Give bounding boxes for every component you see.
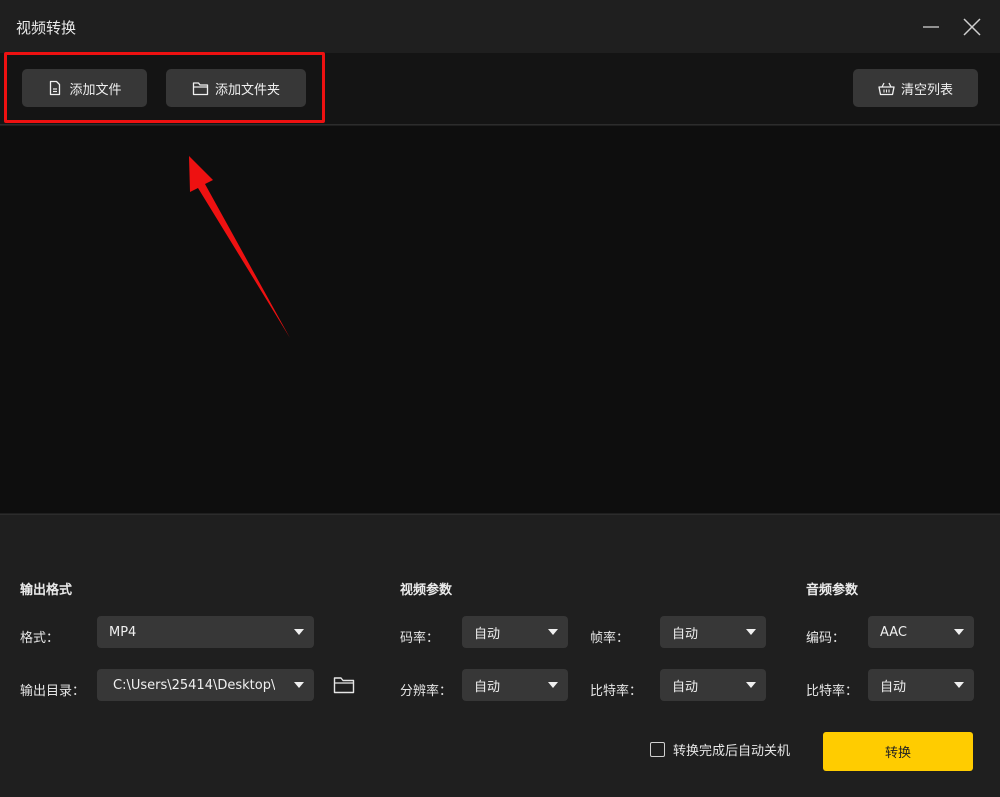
video-bitrate-label: 比特率：: [590, 684, 643, 699]
convert-button[interactable]: 转换: [823, 732, 973, 771]
settings-panel: 输出格式 格式： MP4 输出目录： C:\Users\25414\Deskto…: [0, 514, 1000, 797]
file-list-area[interactable]: [0, 126, 1000, 513]
codec-value: AAC: [880, 624, 907, 640]
folder-icon: [333, 677, 355, 694]
caret-down-icon: [954, 629, 964, 635]
caret-down-icon: [746, 682, 756, 688]
caret-down-icon: [548, 629, 558, 635]
audio-section-title: 音频参数: [806, 583, 859, 598]
toolbar: 添加文件 添加文件夹 清空列表: [0, 53, 1000, 125]
close-icon: [963, 18, 981, 36]
framerate-value: 自动: [672, 626, 699, 642]
format-value: MP4: [109, 624, 137, 640]
codec-select[interactable]: AAC: [868, 616, 974, 648]
output-section-title: 输出格式: [20, 583, 73, 598]
add-folder-label: 添加文件夹: [214, 82, 280, 98]
output-dir-select[interactable]: C:\Users\25414\Desktop\: [97, 669, 314, 701]
close-button[interactable]: [957, 12, 987, 42]
auto-shutdown-label: 转换完成后自动关机: [673, 744, 791, 759]
bitrate-label: 码率：: [400, 631, 440, 646]
audio-bitrate-select[interactable]: 自动: [868, 669, 974, 701]
caret-down-icon: [954, 682, 964, 688]
clear-list-label: 清空列表: [900, 82, 953, 98]
format-select[interactable]: MP4: [97, 616, 314, 648]
auto-shutdown-option[interactable]: 转换完成后自动关机: [650, 740, 790, 759]
browse-folder-button[interactable]: [332, 673, 356, 697]
add-folder-button[interactable]: 添加文件夹: [166, 69, 306, 107]
folder-icon: [192, 81, 209, 95]
output-dir-value: C:\Users\25414\Desktop\: [113, 677, 276, 693]
annotation-arrow-icon: [189, 156, 290, 338]
caret-down-icon: [548, 682, 558, 688]
audio-bitrate-value: 自动: [880, 679, 907, 695]
minimize-button[interactable]: [916, 12, 946, 42]
basket-icon: [878, 82, 895, 95]
video-section-title: 视频参数: [400, 583, 453, 598]
minimize-icon: [923, 26, 939, 28]
title-bar: 视频转换: [0, 0, 1000, 53]
auto-shutdown-checkbox[interactable]: [650, 742, 665, 757]
video-bitrate-value: 自动: [672, 679, 699, 695]
add-file-button[interactable]: 添加文件: [22, 69, 147, 107]
framerate-select[interactable]: 自动: [660, 616, 766, 648]
resolution-value: 自动: [474, 679, 501, 695]
bitrate-value: 自动: [474, 626, 501, 642]
clear-list-button[interactable]: 清空列表: [853, 69, 978, 107]
caret-down-icon: [746, 629, 756, 635]
resolution-select[interactable]: 自动: [462, 669, 568, 701]
audio-bitrate-label: 比特率：: [806, 684, 859, 699]
window-title: 视频转换: [16, 19, 77, 37]
codec-label: 编码：: [806, 631, 846, 646]
resolution-label: 分辨率：: [400, 684, 453, 699]
caret-down-icon: [294, 682, 304, 688]
add-file-label: 添加文件: [69, 82, 122, 98]
bitrate-select[interactable]: 自动: [462, 616, 568, 648]
format-label: 格式：: [20, 631, 60, 646]
output-dir-label: 输出目录：: [20, 684, 86, 699]
video-bitrate-select[interactable]: 自动: [660, 669, 766, 701]
caret-down-icon: [294, 629, 304, 635]
document-icon: [50, 80, 61, 96]
framerate-label: 帧率：: [590, 631, 630, 646]
